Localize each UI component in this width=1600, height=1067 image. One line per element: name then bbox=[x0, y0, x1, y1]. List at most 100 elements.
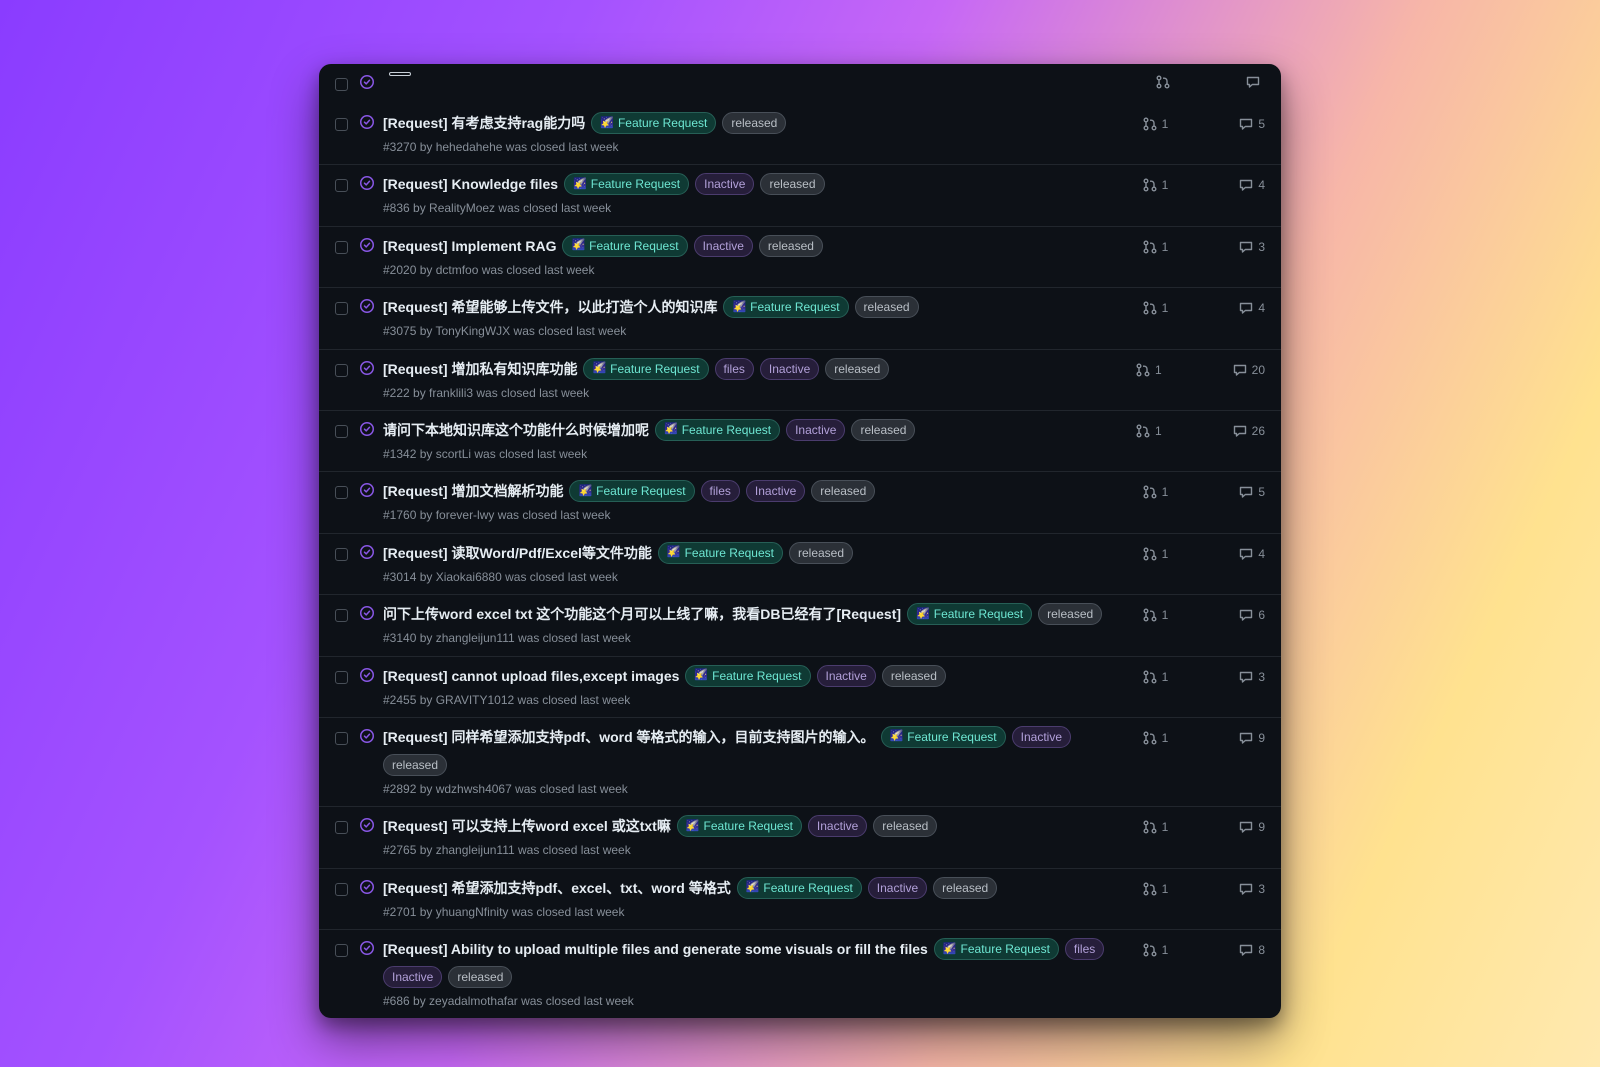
issue-title-link[interactable]: [Request] cannot upload files,except ima… bbox=[383, 666, 679, 686]
issue-label[interactable]: 🌠 Feature Request bbox=[723, 296, 848, 318]
issue-title-link[interactable]: [Request] 希望能够上传文件，以此打造个人的知识库 bbox=[383, 297, 717, 317]
issue-label[interactable]: 🌠 Feature Request bbox=[677, 815, 802, 837]
issue-label[interactable]: Inactive bbox=[746, 480, 805, 502]
issue-label[interactable]: 🌠 Feature Request bbox=[591, 112, 716, 134]
comment-count[interactable] bbox=[1245, 74, 1265, 90]
comment-count[interactable]: 9 bbox=[1238, 728, 1265, 748]
issue-label[interactable]: released bbox=[873, 815, 937, 837]
issue-label[interactable]: 🌠 Feature Request bbox=[583, 358, 708, 380]
issue-label[interactable]: files bbox=[715, 358, 754, 380]
select-checkbox-input[interactable] bbox=[335, 944, 348, 957]
select-checkbox-input[interactable] bbox=[335, 486, 348, 499]
issue-title-link[interactable]: 请问下本地知识库这个功能什么时候增加呢 bbox=[383, 420, 649, 440]
issue-title-link[interactable]: [Request] Implement RAG bbox=[383, 236, 556, 256]
select-checkbox-input[interactable] bbox=[335, 302, 348, 315]
issue-label[interactable]: Inactive bbox=[808, 815, 867, 837]
issue-title-link[interactable]: 问下上传word excel txt 这个功能这个月可以上线了嘛，我看DB已经有… bbox=[383, 604, 901, 624]
issue-label[interactable]: released bbox=[825, 358, 889, 380]
issue-label[interactable]: released bbox=[855, 296, 919, 318]
linked-pr-count[interactable] bbox=[1155, 74, 1175, 90]
linked-pr-count[interactable]: 1 bbox=[1142, 544, 1169, 564]
select-checkbox[interactable] bbox=[331, 238, 351, 257]
issue-label[interactable]: released bbox=[1038, 603, 1102, 625]
issue-label[interactable]: 🌠 Feature Request bbox=[685, 665, 810, 687]
select-checkbox[interactable] bbox=[331, 75, 351, 94]
select-checkbox[interactable] bbox=[331, 818, 351, 837]
select-checkbox-input[interactable] bbox=[335, 118, 348, 131]
issue-label[interactable]: 🌠 Feature Request bbox=[737, 877, 862, 899]
linked-pr-count[interactable]: 1 bbox=[1142, 817, 1169, 837]
select-checkbox[interactable] bbox=[331, 545, 351, 564]
issue-label[interactable]: released bbox=[759, 235, 823, 257]
linked-pr-count[interactable]: 1 bbox=[1142, 728, 1169, 748]
issue-label[interactable]: Inactive bbox=[1012, 726, 1071, 748]
linked-pr-count[interactable]: 1 bbox=[1135, 421, 1162, 441]
linked-pr-count[interactable]: 1 bbox=[1142, 482, 1169, 502]
comment-count[interactable]: 5 bbox=[1238, 114, 1265, 134]
select-checkbox[interactable] bbox=[331, 115, 351, 134]
select-checkbox-input[interactable] bbox=[335, 609, 348, 622]
issue-label[interactable]: Inactive bbox=[868, 877, 927, 899]
linked-pr-count[interactable]: 1 bbox=[1142, 879, 1169, 899]
select-checkbox-input[interactable] bbox=[335, 425, 348, 438]
select-checkbox-input[interactable] bbox=[335, 364, 348, 377]
issue-label[interactable]: released bbox=[851, 419, 915, 441]
comment-count[interactable]: 5 bbox=[1238, 482, 1265, 502]
issue-title-link[interactable]: [Request] 有考虑支持rag能力吗 bbox=[383, 113, 585, 133]
issue-label[interactable]: released bbox=[933, 877, 997, 899]
issue-title-link[interactable]: [Request] 希望添加支持pdf、excel、txt、word 等格式 bbox=[383, 878, 731, 898]
select-checkbox-input[interactable] bbox=[335, 821, 348, 834]
comment-count[interactable]: 6 bbox=[1238, 605, 1265, 625]
comment-count[interactable]: 3 bbox=[1238, 667, 1265, 687]
linked-pr-count[interactable]: 1 bbox=[1142, 175, 1169, 195]
issue-label[interactable]: 🌠 Feature Request bbox=[658, 542, 783, 564]
comment-count[interactable]: 4 bbox=[1238, 298, 1265, 318]
select-checkbox[interactable] bbox=[331, 361, 351, 380]
comment-count[interactable]: 4 bbox=[1238, 175, 1265, 195]
issue-label[interactable]: Inactive bbox=[786, 419, 845, 441]
comment-count[interactable]: 26 bbox=[1232, 421, 1265, 441]
linked-pr-count[interactable]: 1 bbox=[1142, 114, 1169, 134]
issue-label[interactable]: Inactive bbox=[760, 358, 819, 380]
issue-label[interactable]: 🌠 Feature Request bbox=[569, 480, 694, 502]
issue-label[interactable]: Inactive bbox=[695, 173, 754, 195]
select-checkbox[interactable] bbox=[331, 299, 351, 318]
select-checkbox-input[interactable] bbox=[335, 241, 348, 254]
linked-pr-count[interactable]: 1 bbox=[1135, 360, 1162, 380]
comment-count[interactable]: 4 bbox=[1238, 544, 1265, 564]
issue-label[interactable]: released bbox=[789, 542, 853, 564]
linked-pr-count[interactable]: 1 bbox=[1142, 605, 1169, 625]
select-checkbox[interactable] bbox=[331, 729, 351, 748]
select-checkbox-input[interactable] bbox=[335, 78, 348, 91]
issue-label[interactable]: released bbox=[722, 112, 786, 134]
select-checkbox[interactable] bbox=[331, 880, 351, 899]
select-checkbox-input[interactable] bbox=[335, 179, 348, 192]
issue-label[interactable]: 🌠 Feature Request bbox=[562, 235, 687, 257]
select-checkbox-input[interactable] bbox=[335, 671, 348, 684]
comment-count[interactable]: 3 bbox=[1238, 879, 1265, 899]
issue-label[interactable]: files bbox=[701, 480, 740, 502]
linked-pr-count[interactable]: 1 bbox=[1142, 237, 1169, 257]
issue-label[interactable]: released bbox=[882, 665, 946, 687]
linked-pr-count[interactable]: 1 bbox=[1142, 667, 1169, 687]
issue-label[interactable]: Inactive bbox=[694, 235, 753, 257]
comment-count[interactable]: 9 bbox=[1238, 817, 1265, 837]
issue-title-link[interactable]: [Request] 读取Word/Pdf/Excel等文件功能 bbox=[383, 543, 652, 563]
select-checkbox[interactable] bbox=[331, 176, 351, 195]
comment-count[interactable]: 8 bbox=[1238, 940, 1265, 960]
issue-label[interactable]: files bbox=[1065, 938, 1104, 960]
issue-label[interactable]: 🌠 Feature Request bbox=[934, 938, 1059, 960]
select-checkbox[interactable] bbox=[331, 941, 351, 960]
select-checkbox[interactable] bbox=[331, 422, 351, 441]
issue-label[interactable]: Inactive bbox=[383, 966, 442, 988]
issue-label[interactable]: released bbox=[383, 754, 447, 776]
select-checkbox[interactable] bbox=[331, 668, 351, 687]
select-checkbox-input[interactable] bbox=[335, 548, 348, 561]
select-checkbox[interactable] bbox=[331, 483, 351, 502]
issue-title-link[interactable]: [Request] 增加私有知识库功能 bbox=[383, 359, 577, 379]
issue-title-link[interactable]: [Request] Knowledge files bbox=[383, 174, 558, 194]
select-checkbox-input[interactable] bbox=[335, 883, 348, 896]
issue-label[interactable]: released bbox=[448, 966, 512, 988]
select-checkbox-input[interactable] bbox=[335, 732, 348, 745]
issue-title-link[interactable]: [Request] 同样希望添加支持pdf、word 等格式的输入，目前支持图片… bbox=[383, 727, 875, 747]
